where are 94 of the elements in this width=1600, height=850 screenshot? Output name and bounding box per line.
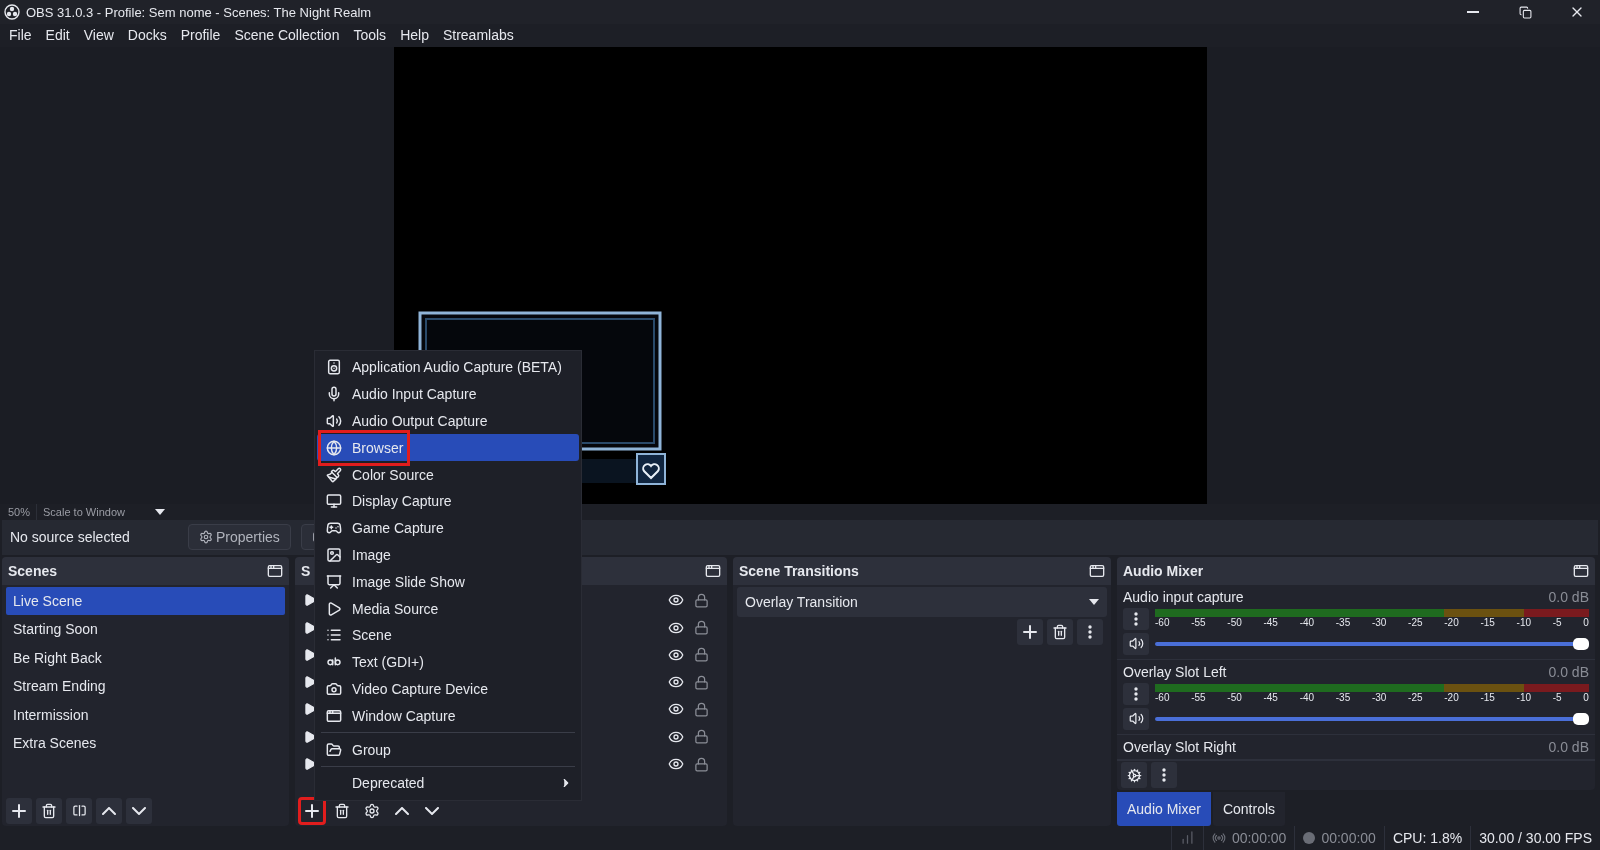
scene-item[interactable]: Intermission <box>6 700 285 730</box>
scene-item[interactable]: Be Right Back <box>6 643 285 673</box>
scale-label: -45 <box>1263 692 1278 704</box>
menu-option[interactable]: Deprecated <box>317 769 579 797</box>
scale-label: -30 <box>1371 617 1387 629</box>
scale-label: -10 <box>1516 692 1531 704</box>
menu-option-label: Video Capture Device <box>352 680 488 697</box>
menu-item[interactable]: Tools <box>346 27 394 44</box>
menu-option-label: Game Capture <box>352 520 444 537</box>
transition-dropdown[interactable]: Overlay Transition <box>737 586 1107 617</box>
scale-label: -55 <box>1191 692 1206 704</box>
menu-option[interactable]: Image Slide Show <box>317 568 579 596</box>
menu-option[interactable]: Scene <box>317 621 579 649</box>
dock-tab[interactable]: Audio Mixer <box>1117 791 1211 826</box>
stream-time: 00:00:00 <box>1231 829 1287 846</box>
menu-option[interactable]: Video Capture Device <box>317 675 579 703</box>
scale-label: -50 <box>1227 692 1242 704</box>
menu-item[interactable]: Edit <box>38 27 77 44</box>
menu-option[interactable]: Window Capture <box>317 702 579 730</box>
volume-reading: 0.0 dB <box>1548 588 1589 605</box>
menu-option-label: Application Audio Capture (BETA) <box>352 359 562 376</box>
menu-option-label: Browser <box>352 439 404 456</box>
menu-option-label: Scene <box>352 627 392 644</box>
window-title: OBS 31.0.3 - Profile: Sem nome - Scenes: The Night Realm <box>26 4 373 20</box>
menu-option[interactable]: Audio Input Capture <box>317 380 579 408</box>
dock-title: Scene Transitions <box>739 562 859 579</box>
scale-label: -20 <box>1444 617 1459 629</box>
scene-item[interactable]: Starting Soon <box>6 615 285 644</box>
volume-reading: 0.0 dB <box>1548 738 1589 755</box>
menu-option[interactable]: Display Capture <box>317 488 579 515</box>
scale-label: -60 <box>1155 692 1170 704</box>
frame-rate: 30.00 / 30.00 FPS <box>1479 829 1592 846</box>
scale-label: -60 <box>1155 617 1170 629</box>
menu-item[interactable]: Docks <box>120 27 174 44</box>
menu-option[interactable]: Group <box>317 736 579 763</box>
scale-label: -25 <box>1408 692 1423 704</box>
scale-label: -25 <box>1408 617 1423 629</box>
scale-dropdown[interactable]: Scale to Window <box>36 503 171 520</box>
channel-name: Audio input capture <box>1123 588 1244 605</box>
scale-label: -5 <box>1552 617 1562 629</box>
scene-item[interactable]: Stream Ending <box>6 672 285 701</box>
menu-option-label: Image <box>352 547 391 563</box>
menu-option[interactable]: Text (GDI+) <box>317 648 579 676</box>
scale-label: -5 <box>1552 692 1562 704</box>
menu-option-label: Audio Input Capture <box>352 386 477 403</box>
scene-item[interactable]: Live Scene <box>6 586 285 616</box>
menu-option[interactable]: Game Capture <box>317 514 579 542</box>
menu-option-label: Group <box>352 741 391 758</box>
properties-button[interactable]: Properties <box>188 524 291 551</box>
scale-label: -45 <box>1263 617 1278 629</box>
scale-label: -50 <box>1227 617 1242 629</box>
menu-item[interactable]: Scene Collection <box>227 27 347 44</box>
scale-label: -40 <box>1299 617 1315 629</box>
scale-label: -15 <box>1480 692 1495 704</box>
scale-label: -10 <box>1516 617 1531 629</box>
dock-title: Scenes <box>8 562 58 579</box>
channel-name: Overlay Slot Left <box>1123 663 1227 680</box>
scale-label: -15 <box>1480 617 1495 629</box>
selection-status: No source selected <box>10 529 131 546</box>
scale-label: -35 <box>1335 617 1351 629</box>
cpu-usage: CPU: 1.8% <box>1392 829 1463 846</box>
scene-item[interactable]: Extra Scenes <box>6 729 285 758</box>
scale-label: -20 <box>1444 692 1459 704</box>
menu-option[interactable]: Media Source <box>317 595 579 622</box>
menu-option-label: Media Source <box>352 600 439 617</box>
menu-option-label: Color Source <box>352 466 434 483</box>
scale-label: 0 <box>1583 617 1589 629</box>
dock-title: S <box>301 562 311 579</box>
dock-tab[interactable]: Controls <box>1212 791 1286 826</box>
scale-label: -55 <box>1191 617 1206 629</box>
menu-item[interactable]: Streamlabs <box>435 27 521 44</box>
menu-item[interactable]: File <box>2 27 39 44</box>
volume-reading: 0.0 dB <box>1548 663 1589 680</box>
menu-item[interactable]: View <box>76 27 121 44</box>
menu-option[interactable]: Color Source <box>317 461 579 488</box>
menu-option-label: Display Capture <box>352 493 452 510</box>
menu-item[interactable]: Profile <box>173 27 228 44</box>
channel-name: Overlay Slot Right <box>1123 738 1236 755</box>
menu-option[interactable]: Audio Output Capture <box>317 407 579 435</box>
menu-item[interactable]: Help <box>393 27 436 44</box>
scale-label: -35 <box>1335 692 1351 704</box>
scale-label: -30 <box>1371 692 1387 704</box>
menu-option-label: Image Slide Show <box>352 573 465 590</box>
scale-label: 0 <box>1583 692 1589 704</box>
record-time: 00:00:00 <box>1321 829 1376 846</box>
dock-title: Audio Mixer <box>1123 562 1204 579</box>
menu-option-label: Text (GDI+) <box>352 654 424 671</box>
menu-option-label: Deprecated <box>352 775 425 792</box>
scale-label: -40 <box>1299 692 1315 704</box>
zoom-level: 50% <box>8 505 31 518</box>
menu-option[interactable]: Application Audio Capture (BETA) <box>317 354 579 381</box>
menu-option[interactable]: Image <box>317 541 579 569</box>
menu-option-label: Audio Output Capture <box>352 413 488 429</box>
menu-option-label: Window Capture <box>352 707 456 724</box>
